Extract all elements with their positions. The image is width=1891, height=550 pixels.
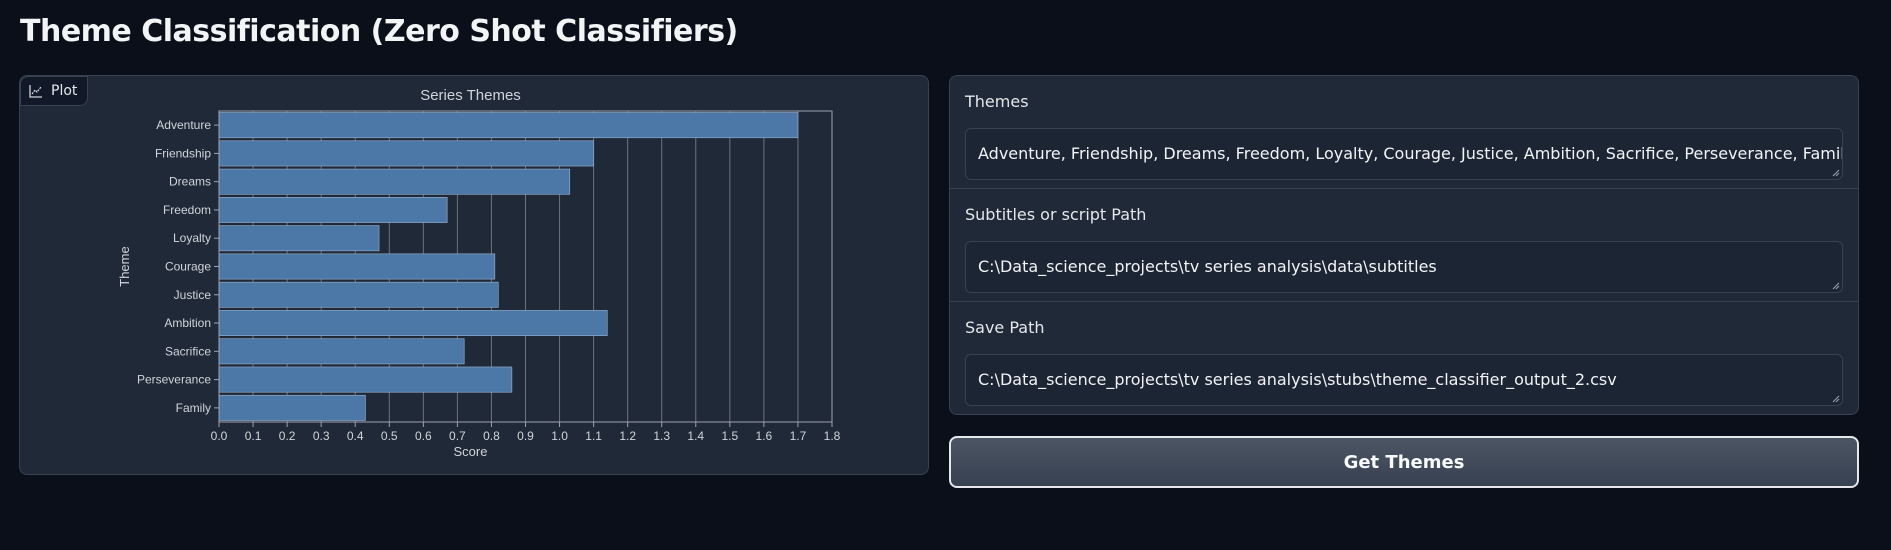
plot-tab-label: Plot [51, 83, 78, 99]
bar-courage [218, 253, 496, 280]
y-tick-label: Loyalty [173, 231, 211, 245]
x-tick-label: 0.1 [245, 429, 262, 443]
y-tick-label: Friendship [155, 146, 211, 160]
plot-tab: Plot [20, 76, 89, 106]
themes-input[interactable]: Adventure, Friendship, Dreams, Freedom, … [965, 128, 1843, 180]
x-tick-label: 1.6 [756, 429, 773, 443]
subtitles-path-input[interactable]: C:\Data_science_projects\tv series analy… [965, 241, 1843, 293]
chart-title: Series Themes [420, 87, 521, 104]
x-tick-label: 1.2 [619, 429, 636, 443]
x-axis-label: Score [454, 444, 488, 459]
x-tick-label: 1.0 [551, 429, 568, 443]
resize-handle-icon[interactable] [1831, 394, 1840, 403]
x-tick-label: 0.7 [449, 429, 466, 443]
themes-label: Themes [965, 92, 1029, 111]
themes-field: Themes Adventure, Friendship, Dreams, Fr… [950, 76, 1858, 180]
bar-justice [218, 281, 499, 308]
save-path-value: C:\Data_science_projects\tv series analy… [978, 370, 1617, 389]
x-tick-label: 1.5 [721, 429, 738, 443]
x-tick-label: 0.9 [517, 429, 534, 443]
bar-perseverance [218, 366, 513, 393]
x-tick-label: 0.8 [483, 429, 500, 443]
resize-handle-icon[interactable] [1831, 281, 1840, 290]
y-axis-label: Theme [117, 246, 132, 286]
x-tick-label: 1.8 [824, 429, 841, 443]
save-path-label: Save Path [965, 318, 1045, 337]
series-themes-chart: Adventure Friendship Dreams Freedom Loyalty C… [117, 87, 841, 459]
page-title: Theme Classification (Zero Shot Classifi… [20, 14, 738, 49]
y-tick-label: Freedom [163, 203, 211, 217]
x-tick-label: 0.6 [415, 429, 432, 443]
save-path-field: Save Path C:\Data_science_projects\tv se… [950, 301, 1858, 406]
x-tick-label: 0.2 [279, 429, 296, 443]
y-tick-label: Justice [174, 288, 212, 302]
subtitles-label: Subtitles or script Path [965, 205, 1147, 224]
y-tick-label: Adventure [156, 118, 211, 132]
resize-handle-icon[interactable] [1831, 168, 1840, 177]
y-tick-label: Perseverance [137, 373, 211, 387]
bar-freedom [218, 197, 448, 223]
bar-loyalty [218, 225, 380, 252]
bar-adventure [218, 112, 799, 139]
themes-input-value: Adventure, Friendship, Dreams, Freedom, … [978, 144, 1843, 163]
subtitles-field: Subtitles or script Path C:\Data_science… [950, 188, 1858, 293]
x-tick-label: 1.1 [585, 429, 602, 443]
chart-icon [29, 85, 42, 98]
x-tick-label: 1.3 [653, 429, 670, 443]
bar-dreams [218, 168, 571, 195]
bar-friendship [218, 140, 594, 167]
bar-family [218, 394, 366, 421]
subtitles-path-value: C:\Data_science_projects\tv series analy… [978, 257, 1437, 276]
x-tick-label: 0.4 [347, 429, 364, 443]
save-path-input[interactable]: C:\Data_science_projects\tv series analy… [965, 354, 1843, 406]
x-tick-label: 1.7 [790, 429, 807, 443]
y-tick-label: Sacrifice [165, 344, 211, 358]
x-tick-label: 1.4 [687, 429, 704, 443]
y-tick-label: Ambition [164, 316, 211, 330]
bar-ambition [218, 310, 608, 336]
form-panel: Themes Adventure, Friendship, Dreams, Fr… [949, 75, 1859, 415]
y-tick-label: Courage [165, 260, 211, 274]
x-tick-label: 0.5 [381, 429, 398, 443]
y-tick-label: Family [176, 401, 211, 415]
plot-panel: Adventure Friendship Dreams Freedom Loyalty C… [19, 75, 929, 475]
get-themes-button[interactable]: Get Themes [949, 436, 1859, 488]
x-tick-label: 0.0 [211, 429, 228, 443]
x-tick-label: 0.3 [313, 429, 330, 443]
bar-sacrifice [218, 338, 465, 365]
y-tick-label: Dreams [169, 175, 211, 189]
